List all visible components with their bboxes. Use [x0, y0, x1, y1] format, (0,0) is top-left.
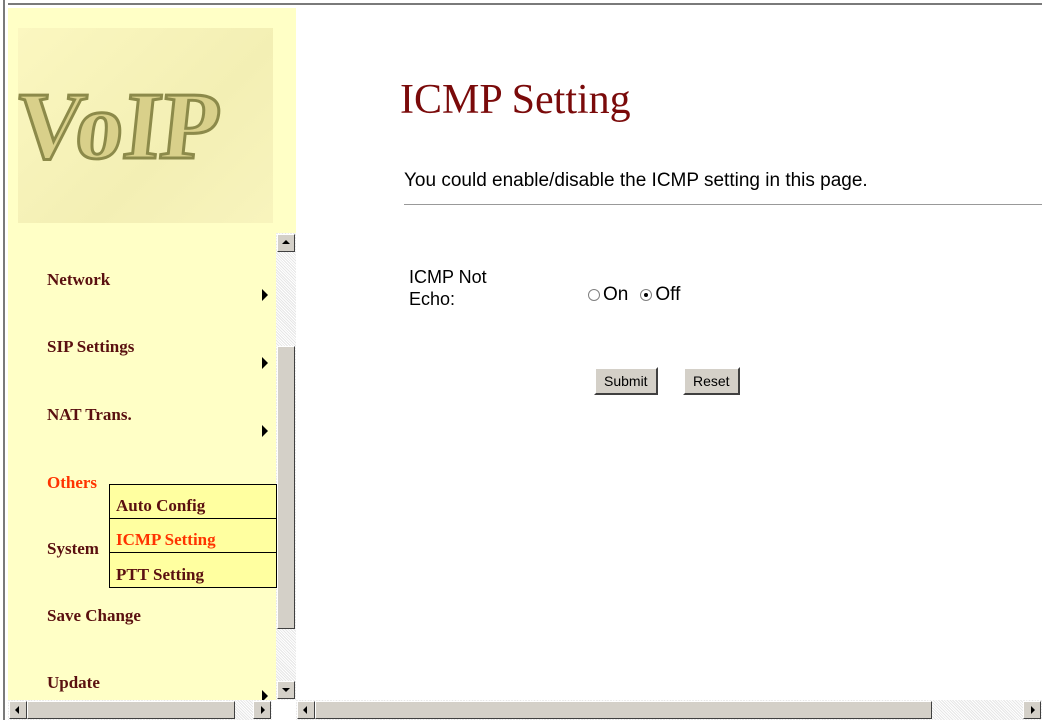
voip-logo-image: VoIP — [9, 71, 228, 181]
submenu-item-ptt-setting[interactable]: PTT Setting — [110, 553, 276, 587]
sidebar-menu: Network SIP Settings NAT Trans. Others S… — [8, 233, 277, 700]
arrow-right-icon — [1031, 706, 1035, 714]
scroll-up-button[interactable] — [277, 234, 295, 252]
sidebar-item-save-change[interactable]: Save Change — [47, 606, 141, 626]
content-frame: ICMP Setting You could enable/disable th… — [296, 8, 1042, 700]
radio-option-off[interactable]: Off — [640, 284, 680, 306]
divider — [404, 204, 1042, 206]
voip-logo: VoIP — [9, 28, 273, 223]
submenu-arrow-icon — [262, 425, 268, 437]
arrow-down-icon — [282, 688, 290, 692]
submenu-arrow-icon — [262, 357, 268, 369]
radio-off-label: Off — [655, 284, 681, 305]
submenu-item-auto-config[interactable]: Auto Config — [110, 485, 276, 519]
arrow-left-icon — [15, 706, 19, 714]
radio-option-on[interactable]: On — [588, 284, 628, 306]
scroll-right-button[interactable] — [1023, 701, 1041, 719]
arrow-left-icon — [303, 706, 307, 714]
submenu-arrow-icon — [262, 289, 268, 301]
icmp-not-echo-label: ICMP Not Echo: — [409, 267, 487, 309]
content-horizontal-scrollbar[interactable] — [296, 700, 1042, 720]
sidebar-item-system[interactable]: System — [47, 539, 99, 559]
arrow-right-icon — [261, 706, 265, 714]
icmp-not-echo-radio-group: On Off — [588, 284, 688, 306]
submit-button[interactable]: Submit — [594, 367, 658, 395]
window-left-border — [0, 0, 8, 720]
others-submenu: Auto Config ICMP Setting PTT Setting — [109, 484, 277, 588]
scrollbar-thumb[interactable] — [27, 701, 235, 719]
scroll-left-button[interactable] — [297, 701, 315, 719]
page-description: You could enable/disable the ICMP settin… — [404, 170, 868, 191]
sidebar-item-network[interactable]: Network — [47, 270, 110, 290]
radio-on-label: On — [603, 284, 629, 305]
arrow-up-icon — [282, 240, 290, 244]
sidebar-item-nat-trans[interactable]: NAT Trans. — [47, 405, 132, 425]
scroll-down-button[interactable] — [277, 681, 295, 699]
sidebar-horizontal-scrollbar[interactable] — [8, 700, 272, 720]
sidebar-vertical-scrollbar[interactable] — [276, 233, 296, 700]
sidebar-item-others[interactable]: Others — [47, 473, 97, 493]
page-title: ICMP Setting — [400, 77, 631, 123]
logo-text: VoIP — [18, 72, 226, 179]
reset-button[interactable]: Reset — [683, 367, 740, 395]
submenu-item-icmp-setting[interactable]: ICMP Setting — [110, 519, 276, 553]
radio-off[interactable] — [640, 289, 653, 301]
window-top-border — [0, 0, 1042, 8]
sidebar-item-sip-settings[interactable]: SIP Settings — [47, 337, 134, 357]
scrollbar-thumb[interactable] — [315, 701, 932, 719]
scrollbar-thumb[interactable] — [277, 346, 295, 629]
radio-on[interactable] — [588, 289, 600, 301]
navigation-frame: VoIP Network SIP Settings NAT Trans. Oth… — [8, 8, 296, 700]
sidebar-item-update[interactable]: Update — [47, 673, 100, 693]
submenu-arrow-icon — [262, 690, 268, 700]
scroll-left-button[interactable] — [9, 701, 27, 719]
scroll-right-button[interactable] — [253, 701, 271, 719]
